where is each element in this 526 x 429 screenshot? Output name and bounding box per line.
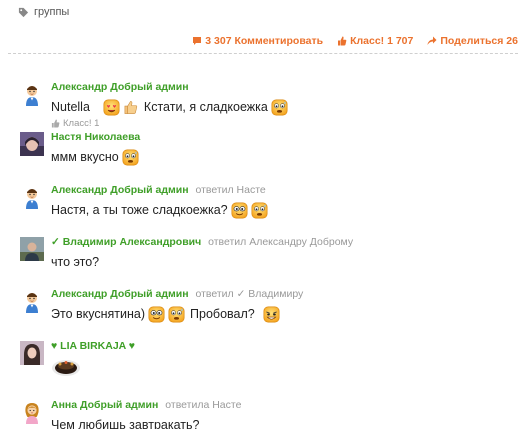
comment-text bbox=[51, 357, 518, 377]
share-icon bbox=[427, 36, 437, 45]
avatar[interactable] bbox=[20, 400, 44, 424]
comment-author[interactable]: Александр Добрый админ bbox=[51, 184, 189, 196]
comment-author[interactable]: ♥ LIA BIRKAJA ♥ bbox=[51, 340, 135, 352]
post-actions: 3 307 Комментировать Класс! 1 707 Подели… bbox=[192, 34, 518, 48]
share-button-label: Поделиться 26 bbox=[440, 35, 518, 47]
share-button[interactable]: Поделиться 26 bbox=[427, 35, 518, 47]
glasses-smiley-icon bbox=[231, 202, 248, 219]
group-tag[interactable]: группы bbox=[18, 4, 69, 20]
glasses-smiley-icon bbox=[148, 306, 165, 323]
comment-text: Чем любишь завтракать? bbox=[51, 418, 200, 429]
comment-button-label: 3 307 Комментировать bbox=[205, 35, 324, 47]
dessert-sticker-icon bbox=[52, 360, 80, 376]
love-smiley-icon bbox=[103, 99, 120, 116]
sweat-smiley-icon bbox=[168, 306, 185, 323]
klass-button-label: Класс! 1 707 bbox=[350, 35, 414, 47]
thumb-up-icon bbox=[338, 36, 347, 46]
reply-note[interactable]: ответил Александру Доброму bbox=[208, 236, 353, 248]
comment-text: Nutella Кстати, я сладкоежка bbox=[51, 98, 518, 116]
klass-count: Класс! 1 bbox=[63, 118, 100, 129]
comment-author[interactable]: ✓ Владимир Александрович bbox=[51, 236, 201, 248]
reply-to[interactable]: ✓ Владимиру bbox=[237, 288, 304, 300]
avatar[interactable] bbox=[20, 132, 44, 156]
comment-author[interactable]: Александр Добрый админ bbox=[51, 81, 189, 93]
avatar[interactable] bbox=[20, 237, 44, 261]
tag-label: группы bbox=[34, 6, 70, 18]
avatar[interactable] bbox=[20, 289, 44, 313]
comment-klass[interactable]: Класс! 1 bbox=[51, 118, 518, 129]
thumbs-up-emoji-icon bbox=[123, 99, 138, 115]
comment-author[interactable]: Александр Добрый админ bbox=[51, 288, 189, 300]
avatar[interactable] bbox=[20, 341, 44, 365]
tag-icon bbox=[18, 7, 29, 17]
reply-note[interactable]: ответил bbox=[195, 288, 233, 300]
reply-note[interactable]: ответила Насте bbox=[165, 399, 241, 411]
comment-text: Настя, а ты тоже сладкоежка? bbox=[51, 201, 518, 219]
klass-button[interactable]: Класс! 1 707 bbox=[337, 35, 413, 47]
divider bbox=[8, 53, 518, 54]
comment-author[interactable]: Анна Добрый админ bbox=[51, 399, 158, 411]
avatar[interactable] bbox=[20, 82, 44, 106]
comment-text: Это вкуснятина) Пробовал? bbox=[51, 305, 518, 323]
avatar[interactable] bbox=[20, 185, 44, 209]
comment-button[interactable]: 3 307 Комментировать bbox=[192, 35, 323, 47]
comment-icon bbox=[193, 37, 202, 45]
comment-text: что это? bbox=[51, 255, 100, 269]
thumb-up-icon bbox=[51, 119, 60, 128]
comment-author[interactable]: Настя Николаева bbox=[51, 131, 140, 143]
comment-text: ммм вкусно bbox=[51, 148, 518, 166]
grin-smiley-icon bbox=[263, 306, 280, 323]
sweat-smiley-icon bbox=[271, 99, 288, 116]
sweat-smiley-icon bbox=[122, 149, 139, 166]
sweat-smiley-icon bbox=[251, 202, 268, 219]
reply-note[interactable]: ответил Насте bbox=[195, 184, 265, 196]
